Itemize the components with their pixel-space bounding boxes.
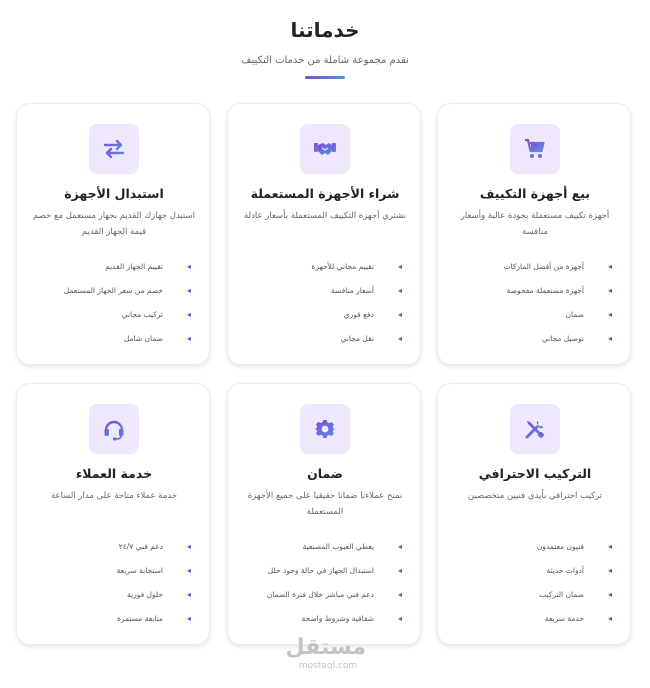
feature-item: ◂ ضمان شامل <box>123 333 191 343</box>
feature-item: ◂ حلول فورية <box>126 589 191 599</box>
section-title: خدماتنا <box>290 18 360 42</box>
feature-item: ◂ دعم فني مباشر خلال فترة الضمان <box>266 589 402 599</box>
card-description: نمنح عملاءنا ضمانا حقيقيا على جميع الأجه… <box>247 491 403 517</box>
feature-list: ◂ فنيون معتمدون ◂ أدوات حديثة ◂ ضمان التركي… <box>460 534 612 630</box>
watermark-url: mostaql.com <box>298 661 358 671</box>
card-description: أجهزة تكييف مستعملة بجودة عالية وأسعار م… <box>460 211 610 237</box>
feature-list: ◂ دعم فني ٢٤/٧ ◂ استجابة سريعة ◂ حلول فورية… <box>39 534 191 630</box>
caret-icon: ◂ <box>186 541 191 551</box>
feature-list: ◂ تقييم الجهاز القديم ◂ خصم من سعر الجهاز … <box>39 254 191 350</box>
feature-list: ◂ تقييم مجاني للأجهزة ◂ أسعار منافسة ◂ دفع … <box>250 254 402 350</box>
card-description: استبدل جهازك القديم بجهاز مستعمل مع خصم … <box>32 211 196 237</box>
card-title: بيع أجهزة التكييف <box>479 186 591 201</box>
feature-item: ◂ متابعة مستمرة <box>116 613 191 623</box>
service-card-support: خدمة العملاء خدمة عملاء متاحة على مدار ا… <box>16 383 210 645</box>
feature-item: ◂ أسعار منافسة <box>330 285 402 295</box>
caret-icon: ◂ <box>607 285 612 295</box>
card-title: ضمان <box>307 466 343 481</box>
caret-icon: ◂ <box>186 589 191 599</box>
card-title: استبدال الأجهزة <box>64 186 164 201</box>
card-title: التركيب الاحترافي <box>478 466 592 481</box>
caret-icon: ◂ <box>186 309 191 319</box>
feature-item: ◂ خدمة سريعة <box>544 613 612 623</box>
caret-icon: ◂ <box>186 285 191 295</box>
caret-icon: ◂ <box>186 613 191 623</box>
shopping-cart-icon <box>510 124 560 174</box>
feature-list: ◂ يغطي العيوب المصنعية ◂ استبدال الجهاز في… <box>250 534 402 630</box>
watermark-logo: مستقل <box>285 635 366 660</box>
feature-item: ◂ نقل مجاني <box>340 333 402 343</box>
caret-icon: ◂ <box>186 261 191 271</box>
feature-item: ◂ أدوات حديثة <box>546 565 612 575</box>
feature-item: ◂ يغطي العيوب المصنعية <box>302 541 402 551</box>
caret-icon: ◂ <box>607 333 612 343</box>
feature-item: ◂ أجهزة مستعملة مفحوصة <box>506 285 612 295</box>
card-description: تركيب احترافي بأيدي فنيين متخصصين <box>467 491 603 501</box>
handshake-icon <box>300 124 350 174</box>
caret-icon: ◂ <box>397 309 402 319</box>
caret-icon: ◂ <box>397 589 402 599</box>
title-underline <box>305 76 345 79</box>
card-description: نشتري أجهزة التكييف المستعملة بأسعار عاد… <box>243 211 407 221</box>
caret-icon: ◂ <box>607 613 612 623</box>
section-subtitle: نقدم مجموعة شاملة من خدمات التكييف <box>241 55 409 66</box>
caret-icon: ◂ <box>186 565 191 575</box>
card-title: خدمة العملاء <box>75 466 153 481</box>
feature-item: ◂ دفع فوري <box>343 309 402 319</box>
caret-icon: ◂ <box>397 541 402 551</box>
service-card-buy: شراء الأجهزة المستعملة نشتري أجهزة التكي… <box>227 103 421 365</box>
feature-item: ◂ ضمان التركيب <box>539 589 612 599</box>
watermark: مستقل mostaql.com <box>285 635 366 672</box>
caret-icon: ◂ <box>607 309 612 319</box>
feature-item: ◂ تقييم الجهاز القديم <box>105 261 191 271</box>
service-card-warranty: ضمان نمنح عملاءنا ضمانا حقيقيا على جميع … <box>227 383 421 645</box>
headset-icon <box>89 404 139 454</box>
feature-item: ◂ استجابة سريعة <box>116 565 191 575</box>
service-card-installation: التركيب الاحترافي تركيب احترافي بأيدي فن… <box>437 383 631 645</box>
feature-item: ◂ أجهزة من أفضل الماركات <box>503 261 612 271</box>
caret-icon: ◂ <box>397 565 402 575</box>
feature-item: ◂ دعم فني ٢٤/٧ <box>118 541 191 551</box>
feature-item: ◂ توصيل مجاني <box>541 333 612 343</box>
tools-icon <box>510 404 560 454</box>
caret-icon: ◂ <box>607 565 612 575</box>
feature-item: ◂ فنيون معتمدون <box>536 541 612 551</box>
caret-icon: ◂ <box>186 333 191 343</box>
caret-icon: ◂ <box>397 613 402 623</box>
feature-item: ◂ تقييم مجاني للأجهزة <box>311 261 402 271</box>
feature-item: ◂ خصم من سعر الجهاز المستعمل <box>63 285 191 295</box>
card-title: شراء الأجهزة المستعملة <box>250 186 400 201</box>
caret-icon: ◂ <box>607 589 612 599</box>
service-card-exchange: استبدال الأجهزة استبدل جهازك القديم بجها… <box>16 103 210 365</box>
feature-item: ◂ شفافية وشروط واضحة <box>301 613 402 623</box>
caret-icon: ◂ <box>397 261 402 271</box>
service-card-sell: بيع أجهزة التكييف أجهزة تكييف مستعملة بج… <box>437 103 631 365</box>
card-description: خدمة عملاء متاحة على مدار الساعة <box>50 491 178 501</box>
caret-icon: ◂ <box>607 261 612 271</box>
feature-item: ◂ ضمان <box>565 309 613 319</box>
feature-item: ◂ تركيب مجاني <box>121 309 191 319</box>
exchange-arrows-icon <box>89 124 139 174</box>
gear-icon <box>300 404 350 454</box>
caret-icon: ◂ <box>397 285 402 295</box>
feature-item: ◂ استبدال الجهاز في حالة وجود خلل <box>267 565 402 575</box>
feature-list: ◂ أجهزة من أفضل الماركات ◂ أجهزة مستعملة م… <box>460 254 612 350</box>
caret-icon: ◂ <box>607 541 612 551</box>
caret-icon: ◂ <box>397 333 402 343</box>
